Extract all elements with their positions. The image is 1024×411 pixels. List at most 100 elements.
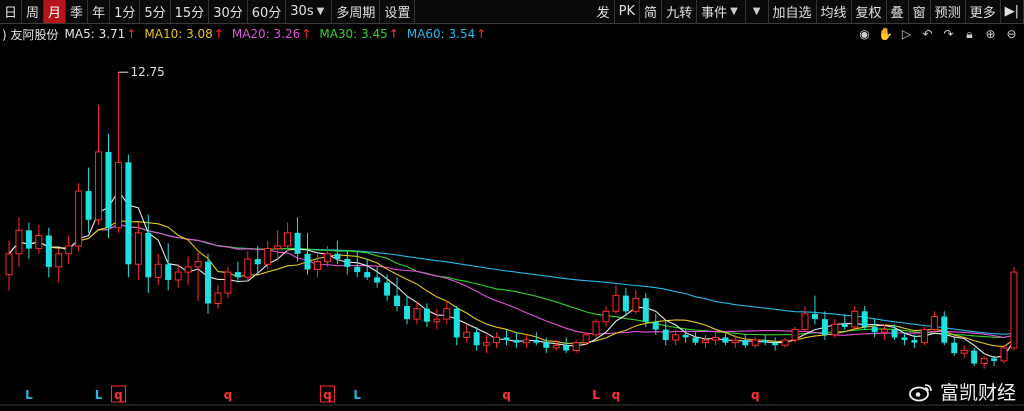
zoom-in-icon[interactable]: ⊕ (982, 26, 999, 43)
candle-body (334, 253, 341, 260)
candle (15, 217, 23, 267)
toolbar-period-11[interactable]: 多周期 (332, 0, 381, 23)
candle (801, 306, 809, 333)
dropdown-arrow-icon: ▼ (316, 6, 325, 17)
toolbar-period-1[interactable]: 周 (22, 0, 45, 23)
undo-icon[interactable]: ↶ (919, 26, 936, 43)
candle (791, 326, 799, 343)
toolbar-period-4[interactable]: 年 (88, 0, 111, 23)
redo-icon[interactable]: ↷ (940, 26, 957, 43)
candle (781, 337, 789, 348)
candle-body (443, 308, 451, 320)
toolbar-label: 更多 (969, 6, 996, 21)
candle-body (154, 263, 162, 278)
candle-body (1010, 271, 1018, 349)
candle-body (791, 329, 799, 341)
candle (473, 326, 480, 351)
toolbar-label: 事件 (701, 6, 728, 21)
toolbar-period-9[interactable]: 60分 (248, 0, 287, 23)
candle (423, 303, 430, 327)
toolbar-period-6[interactable]: 5分 (140, 0, 171, 23)
candle-body (971, 350, 978, 364)
candle (941, 311, 948, 346)
toolbar-period-3[interactable]: 季 (66, 0, 89, 23)
candle-body (563, 345, 570, 351)
toolbar-tool-4[interactable]: 事件 ▼ (697, 0, 746, 23)
hand-icon[interactable]: ✋ (877, 26, 894, 43)
candle (622, 287, 629, 317)
toolbar-tool-1[interactable]: PK (615, 0, 641, 23)
up-arrow-icon: ↑ (301, 27, 312, 41)
candle (234, 261, 241, 283)
candle-body (65, 245, 73, 255)
toolbar-period-5[interactable]: 1分 (110, 0, 141, 23)
toolbar-tool-8[interactable]: 复权 (852, 0, 887, 23)
candle (572, 340, 580, 354)
lock-icon[interactable]: 🔒︎ (961, 26, 978, 43)
play-icon[interactable]: ▷ (898, 26, 915, 43)
candle-body (125, 162, 132, 265)
toolbar-period-0[interactable]: 日 (0, 0, 23, 23)
candle (563, 337, 570, 354)
candle-body (920, 329, 928, 344)
candle (930, 311, 938, 333)
toolbar-tool-6[interactable]: 加自选 (769, 0, 817, 23)
toolbar-tool-3[interactable]: 九转 (662, 0, 698, 23)
candle-body (513, 340, 520, 343)
candle-body (374, 277, 381, 283)
candle (831, 319, 839, 338)
candle-body (344, 259, 351, 267)
toolbar-tool-0[interactable]: 发 (593, 0, 615, 23)
toolbar-label: 周 (26, 6, 40, 21)
toolbar-tool-10[interactable]: 窗 (909, 0, 931, 23)
candle-body (503, 337, 510, 341)
candle (742, 334, 749, 348)
toolbar-label: 复权 (855, 6, 882, 21)
candle (25, 222, 32, 260)
ma-legend-item-1: MA10: 3.08↑ (144, 27, 223, 41)
candle (881, 324, 889, 341)
candle-body (394, 295, 401, 307)
candle-body (95, 151, 103, 221)
toolbar-period-8[interactable]: 30分 (209, 0, 248, 23)
up-arrow-icon: ↑ (126, 27, 137, 41)
candle-body (384, 282, 391, 296)
toolbar-period-2[interactable]: 月 (44, 0, 67, 23)
candle (95, 104, 103, 226)
candle (920, 326, 928, 346)
toolbar-tool-7[interactable]: 均线 (817, 0, 852, 23)
toolbar-tool-5[interactable]: ▼ (746, 0, 769, 23)
candle-body (871, 326, 878, 333)
event-marker-8: q (612, 388, 621, 402)
candle-body (5, 253, 13, 276)
eye-icon[interactable]: ◉ (856, 26, 873, 43)
candle-body (174, 271, 182, 281)
candle-body (762, 340, 769, 343)
candle-body (891, 329, 898, 338)
ma-legend: MA5: 3.71↑ MA10: 3.08↑ MA20: 3.26↑ MA30: 3.… (65, 27, 495, 41)
zoom-out-icon[interactable]: ⊖ (1003, 26, 1020, 43)
candle-body (711, 336, 719, 341)
toolbar-tool-11[interactable]: 预测 (931, 0, 966, 23)
candle-body (145, 232, 152, 278)
candlestick-chart[interactable]: 12.75L Lq q q Lq Lq q (0, 44, 1024, 411)
toolbar-period-7[interactable]: 15分 (171, 0, 210, 23)
candle (871, 319, 878, 338)
watermark-text: 富凯财经 (939, 382, 1016, 404)
candle (334, 240, 341, 265)
toolbar-period-10[interactable]: 30s ▼ (286, 0, 333, 23)
candle (384, 274, 391, 301)
candle (394, 277, 401, 312)
candle-body (861, 311, 868, 327)
candle-body (911, 340, 918, 343)
candle-body (533, 340, 540, 343)
toolbar-tool-12[interactable]: 更多 (966, 0, 1001, 23)
toolbar-tool-13[interactable]: ▶| (1001, 0, 1024, 23)
candle-body (463, 331, 471, 338)
toolbar-tool-9[interactable]: 叠 (887, 0, 909, 23)
toolbar-label: ▶| (1004, 4, 1019, 19)
toolbar-period-12[interactable]: 设置 (380, 0, 416, 23)
candle (692, 332, 699, 346)
toolbar-tool-2[interactable]: 简 (640, 0, 663, 23)
candle (264, 240, 272, 270)
